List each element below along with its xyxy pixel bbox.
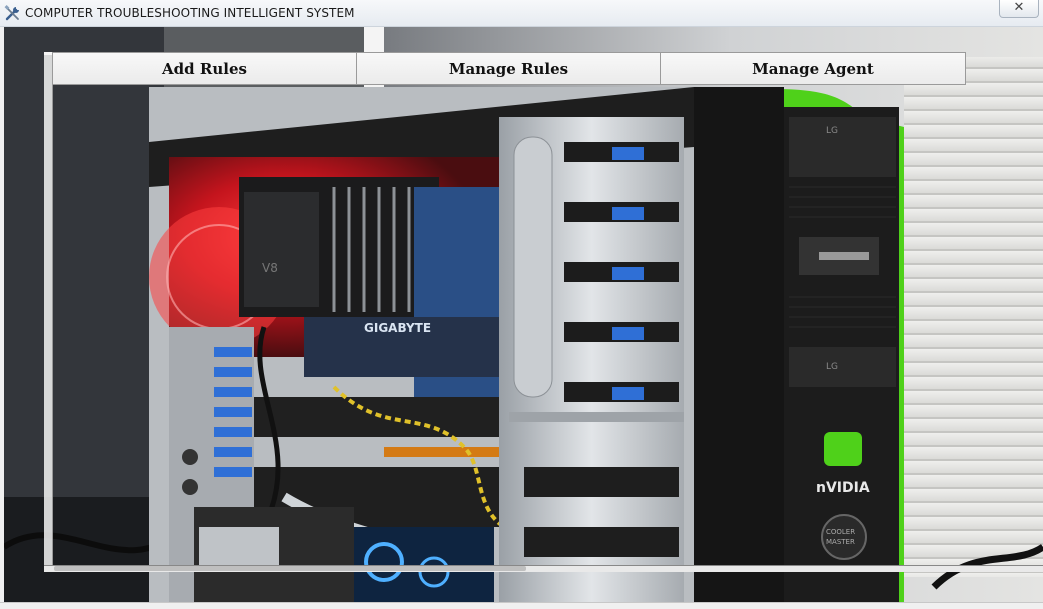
menu-bar: Add Rules Manage Rules Manage Agent: [52, 52, 966, 85]
close-icon: ✕: [1013, 0, 1025, 15]
close-button[interactable]: ✕: [999, 0, 1039, 18]
window-title: COMPUTER TROUBLESHOOTING INTELLIGENT SYS…: [25, 6, 355, 20]
tools-icon: [4, 5, 19, 21]
window-bottom-border: [0, 602, 1043, 609]
svg-text:LG: LG: [826, 362, 838, 372]
manage-rules-button[interactable]: Manage Rules: [356, 52, 660, 85]
add-rules-button[interactable]: Add Rules: [52, 52, 356, 85]
svg-text:GIGABYTE: GIGABYTE: [364, 321, 431, 335]
manage-agent-button[interactable]: Manage Agent: [660, 52, 966, 85]
window-titlebar: COMPUTER TROUBLESHOOTING INTELLIGENT SYS…: [0, 0, 1043, 27]
svg-text:LG: LG: [826, 126, 838, 136]
svg-text:V8: V8: [262, 261, 278, 275]
pc-case-illustration: V8 GIGABYTE LG LG nVIDIA COOLER MASTER: [4, 27, 1043, 602]
svg-text:nVIDIA: nVIDIA: [816, 480, 870, 496]
svg-text:COOLER: COOLER: [826, 528, 855, 536]
background-photo: V8 GIGABYTE LG LG nVIDIA COOLER MASTER: [4, 27, 1043, 602]
svg-text:MASTER: MASTER: [826, 538, 855, 546]
